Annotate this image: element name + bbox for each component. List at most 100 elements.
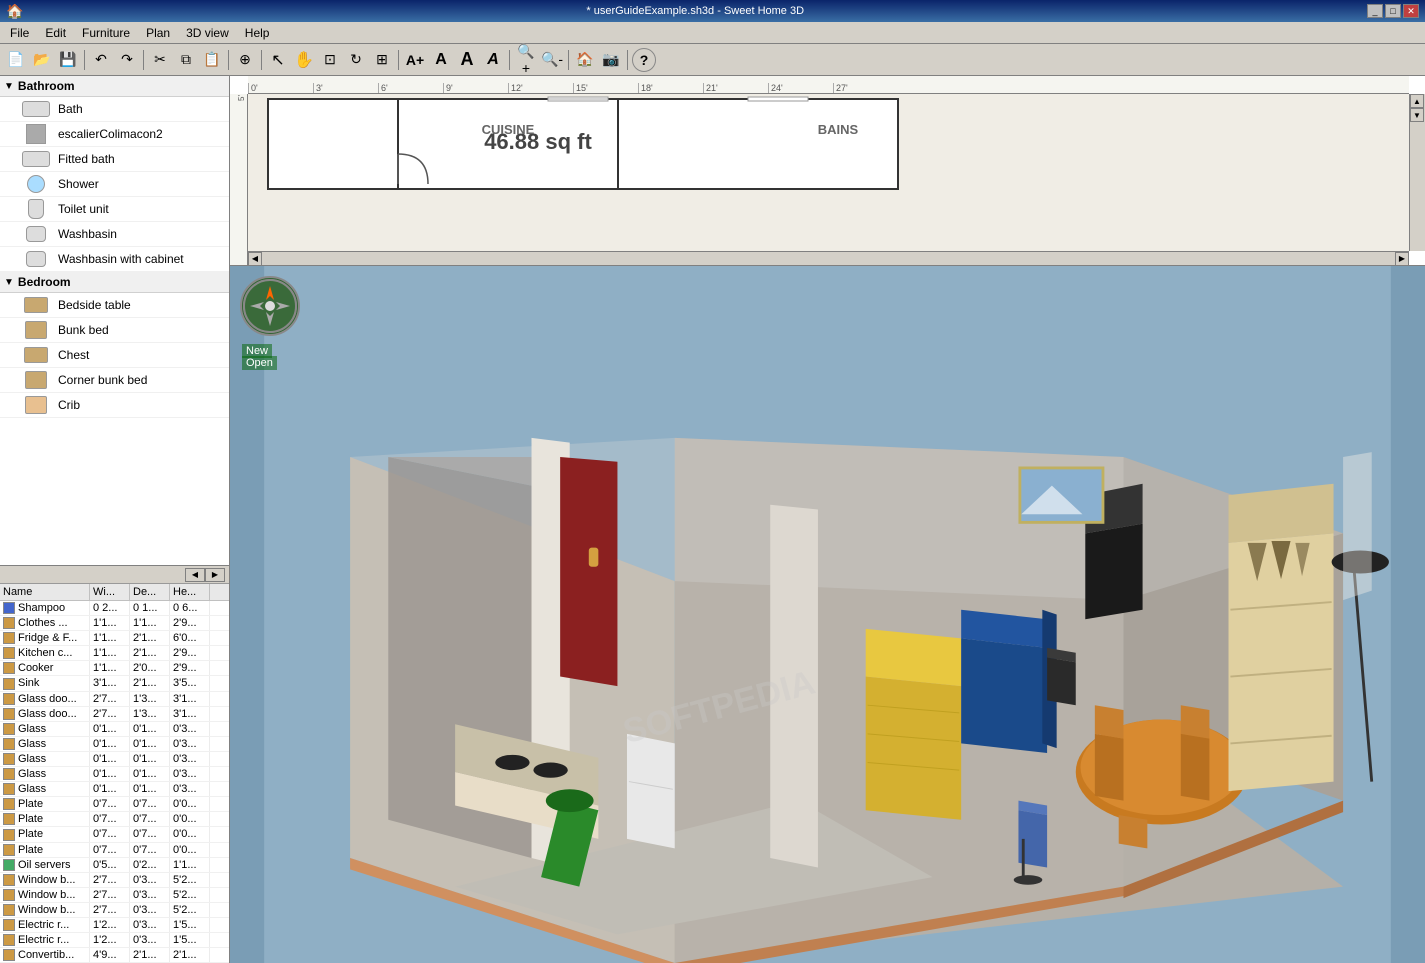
plan-scroll-right[interactable]: ▶ — [1395, 252, 1409, 266]
table-row[interactable]: Window b... 2'7... 0'3... 5'2... — [0, 888, 229, 903]
toolbar-separator-6 — [509, 50, 510, 70]
item-bath[interactable]: Bath — [0, 97, 229, 122]
table-row[interactable]: Glass doo... 2'7... 1'3... 3'1... — [0, 707, 229, 722]
item-escalier[interactable]: escalierColimacon2 — [0, 122, 229, 147]
new-button[interactable]: 📄 — [4, 48, 28, 72]
minimize-button[interactable]: _ — [1367, 4, 1383, 18]
zoom-plan-tool[interactable]: ⊡ — [318, 48, 342, 72]
item-chest[interactable]: Chest — [0, 343, 229, 368]
open-button[interactable]: 📂 — [30, 48, 54, 72]
view-home-button[interactable]: 🏠 — [573, 48, 597, 72]
plan-scroll-up[interactable]: ▲ — [1410, 94, 1424, 108]
plan-vscroll[interactable]: ▲ ▼ — [1409, 94, 1425, 251]
3d-view[interactable]: SOFTPEDIA New Open — [230, 266, 1425, 963]
item-crib[interactable]: Crib — [0, 393, 229, 418]
cut-button[interactable]: ✂ — [148, 48, 172, 72]
item-bunk-bed[interactable]: Bunk bed — [0, 318, 229, 343]
row-name: Glass doo... — [0, 707, 90, 721]
menu-3dview[interactable]: 3D view — [180, 24, 235, 42]
row-width: 0'7... — [90, 843, 130, 857]
table-row[interactable]: Plate 0'7... 0'7... 0'0... — [0, 827, 229, 842]
duplicate-tool[interactable]: ⊞ — [370, 48, 394, 72]
table-row[interactable]: Window b... 2'7... 0'3... 5'2... — [0, 903, 229, 918]
row-width: 0'7... — [90, 812, 130, 826]
row-width: 0 2... — [90, 601, 130, 615]
select-tool[interactable]: ↖ — [266, 48, 290, 72]
table-row[interactable]: Electric r... 1'2... 0'3... 1'5... — [0, 918, 229, 933]
row-name: Glass — [0, 767, 90, 781]
category-bathroom[interactable]: ▼ Bathroom — [0, 76, 229, 97]
table-row[interactable]: Plate 0'7... 0'7... 0'0... — [0, 797, 229, 812]
text-large-button[interactable]: A — [455, 48, 479, 72]
floor-plan-area[interactable]: 0' 3' 6' 9' 12' 15' 18' 21' 24' 27' 5' — [230, 76, 1425, 266]
table-row[interactable]: Glass 0'1... 0'1... 0'3... — [0, 737, 229, 752]
table-row[interactable]: Fridge & F... 1'1... 2'1... 6'0... — [0, 631, 229, 646]
table-row[interactable]: Cooker 1'1... 2'0... 2'9... — [0, 661, 229, 676]
table-row[interactable]: Plate 0'7... 0'7... 0'0... — [0, 812, 229, 827]
crib-icon — [20, 395, 52, 415]
undo-button[interactable]: ↶ — [89, 48, 113, 72]
text-style-button[interactable]: A — [429, 48, 453, 72]
item-fitted-bath[interactable]: Fitted bath — [0, 147, 229, 172]
row-name: Plate — [0, 812, 90, 826]
menu-furniture[interactable]: Furniture — [76, 24, 136, 42]
text-italic-button[interactable]: A — [481, 48, 505, 72]
menu-edit[interactable]: Edit — [39, 24, 72, 42]
furniture-tree: ▼ Bathroom Bath escalierColimacon2 Fitte… — [0, 76, 229, 565]
menu-plan[interactable]: Plan — [140, 24, 176, 42]
add-furniture-button[interactable]: ⊕ — [233, 48, 257, 72]
item-washbasin[interactable]: Washbasin — [0, 222, 229, 247]
row-height: 0 6... — [170, 601, 210, 615]
copy-button[interactable]: ⧉ — [174, 48, 198, 72]
plan-hscroll[interactable]: ◀ ▶ — [248, 251, 1409, 265]
table-row[interactable]: Plate 0'7... 0'7... 0'0... — [0, 843, 229, 858]
item-corner-bunk[interactable]: Corner bunk bed — [0, 368, 229, 393]
table-row[interactable]: Glass doo... 2'7... 1'3... 3'1... — [0, 692, 229, 707]
plan-scroll-left[interactable]: ◀ — [248, 252, 262, 266]
menu-file[interactable]: File — [4, 24, 35, 42]
row-width: 0'1... — [90, 767, 130, 781]
zoom-out-button[interactable]: 🔍- — [540, 48, 564, 72]
maximize-button[interactable]: □ — [1385, 4, 1401, 18]
redo-button[interactable]: ↷ — [115, 48, 139, 72]
bathroom-items: Bath escalierColimacon2 Fitted bath Show… — [0, 97, 229, 272]
window-controls[interactable]: _ □ ✕ — [1367, 4, 1419, 18]
table-row[interactable]: Oil servers 0'5... 0'2... 1'1... — [0, 858, 229, 873]
table-row[interactable]: Glass 0'1... 0'1... 0'3... — [0, 722, 229, 737]
floor-plan-canvas[interactable]: 46.88 sq ft CUISINE BAINS — [248, 94, 1409, 265]
titlebar: 🏠 * userGuideExample.sh3d - Sweet Home 3… — [0, 0, 1425, 22]
item-toilet[interactable]: Toilet unit — [0, 197, 229, 222]
row-name: Shampoo — [0, 601, 90, 615]
table-row[interactable]: Electric r... 1'2... 0'3... 1'5... — [0, 933, 229, 948]
menu-help[interactable]: Help — [239, 24, 276, 42]
row-width: 1'1... — [90, 631, 130, 645]
save-button[interactable]: 💾 — [56, 48, 80, 72]
help-button[interactable]: ? — [632, 48, 656, 72]
table-row[interactable]: Convertib... 4'9... 2'1... 2'1... — [0, 948, 229, 963]
rotate-tool[interactable]: ↻ — [344, 48, 368, 72]
sidebar-scroll-right[interactable]: ▶ — [205, 568, 225, 582]
text-add-button[interactable]: A+ — [403, 48, 427, 72]
paste-button[interactable]: 📋 — [200, 48, 224, 72]
item-bedside-table[interactable]: Bedside table — [0, 293, 229, 318]
table-row[interactable]: Glass 0'1... 0'1... 0'3... — [0, 752, 229, 767]
table-row[interactable]: Clothes ... 1'1... 1'1... 2'9... — [0, 616, 229, 631]
item-shower[interactable]: Shower — [0, 172, 229, 197]
item-washbasin-cabinet[interactable]: Washbasin with cabinet — [0, 247, 229, 272]
table-row[interactable]: Glass 0'1... 0'1... 0'3... — [0, 782, 229, 797]
category-bedroom[interactable]: ▼ Bedroom — [0, 272, 229, 293]
table-row[interactable]: Glass 0'1... 0'1... 0'3... — [0, 767, 229, 782]
table-row[interactable]: Shampoo 0 2... 0 1... 0 6... — [0, 601, 229, 616]
table-row[interactable]: Sink 3'1... 2'1... 3'5... — [0, 676, 229, 691]
pan-tool[interactable]: ✋ — [292, 48, 316, 72]
sidebar-scroll-left[interactable]: ◀ — [185, 568, 205, 582]
3d-scene: SOFTPEDIA — [230, 266, 1425, 963]
snapshot-button[interactable]: 📷 — [599, 48, 623, 72]
close-button[interactable]: ✕ — [1403, 4, 1419, 18]
zoom-in-button[interactable]: 🔍+ — [514, 48, 538, 72]
table-row[interactable]: Kitchen c... 1'1... 2'1... 2'9... — [0, 646, 229, 661]
compass-widget[interactable] — [240, 276, 300, 336]
plan-scroll-down[interactable]: ▼ — [1410, 108, 1424, 122]
table-row[interactable]: Window b... 2'7... 0'3... 5'2... — [0, 873, 229, 888]
row-width: 2'7... — [90, 873, 130, 887]
